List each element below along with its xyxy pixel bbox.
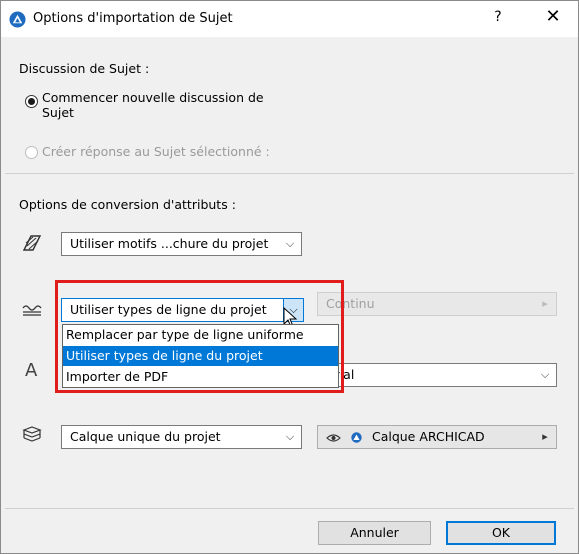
eye-icon [326, 433, 341, 442]
font-icon: A [25, 360, 38, 381]
close-button[interactable]: ✕ [542, 6, 564, 27]
layer-select-value: Calque unique du projet [70, 429, 221, 444]
layer-select[interactable]: Calque unique du projet ⌵ [61, 425, 302, 449]
highlight-box [55, 280, 344, 393]
hatch-pattern-icon [22, 235, 42, 251]
radio-new-discussion-label[interactable]: Commencer nouvelle discussion de Sujet [42, 90, 264, 120]
cancel-button[interactable]: Annuler [318, 521, 431, 545]
import-options-dialog: Options d'importation de Sujet ? ✕ Discu… [0, 0, 579, 554]
layer-target-button[interactable]: Calque ARCHICAD ▸ [317, 425, 557, 449]
help-button[interactable]: ? [488, 9, 508, 25]
line-type-icon [22, 305, 42, 316]
archicad-logo-icon [9, 11, 26, 28]
radio-reply-topic-label[interactable]: Créer réponse au Sujet sélectionné : [42, 144, 270, 159]
chevron-right-icon: ▸ [542, 297, 548, 310]
chevron-down-icon: ⌵ [285, 237, 295, 250]
ok-button[interactable]: OK [446, 521, 556, 545]
layer-target-name: Calque ARCHICAD [371, 429, 485, 444]
window-title: Options d'importation de Sujet [33, 11, 233, 26]
hatch-select[interactable]: Utiliser motifs ...chure du projet ⌵ [61, 232, 302, 256]
chevron-right-icon: ▸ [542, 430, 548, 443]
radio-new-discussion-text-1: Commencer nouvelle discussion de [42, 90, 264, 105]
layers-icon [22, 426, 42, 442]
line-type-secondary-select: Continu ▸ [317, 292, 557, 316]
footer-divider [5, 508, 574, 509]
radio-new-discussion-text-2: Sujet [42, 105, 74, 120]
hatch-select-value: Utiliser motifs ...chure du projet [70, 236, 269, 251]
chevron-down-icon: ⌵ [285, 430, 295, 443]
archicad-logo-icon [351, 432, 362, 443]
title-bar: Options d'importation de Sujet ? ✕ [1, 1, 578, 37]
section-divider [5, 173, 574, 174]
radio-new-discussion[interactable] [25, 95, 38, 108]
conversion-heading: Options de conversion d'attributs : [19, 197, 236, 212]
discussion-heading: Discussion de Sujet : [19, 61, 150, 76]
radio-reply-topic[interactable] [25, 146, 38, 159]
font-select[interactable]: Arial ⌵ [317, 363, 557, 387]
chevron-down-icon: ⌵ [540, 368, 550, 381]
